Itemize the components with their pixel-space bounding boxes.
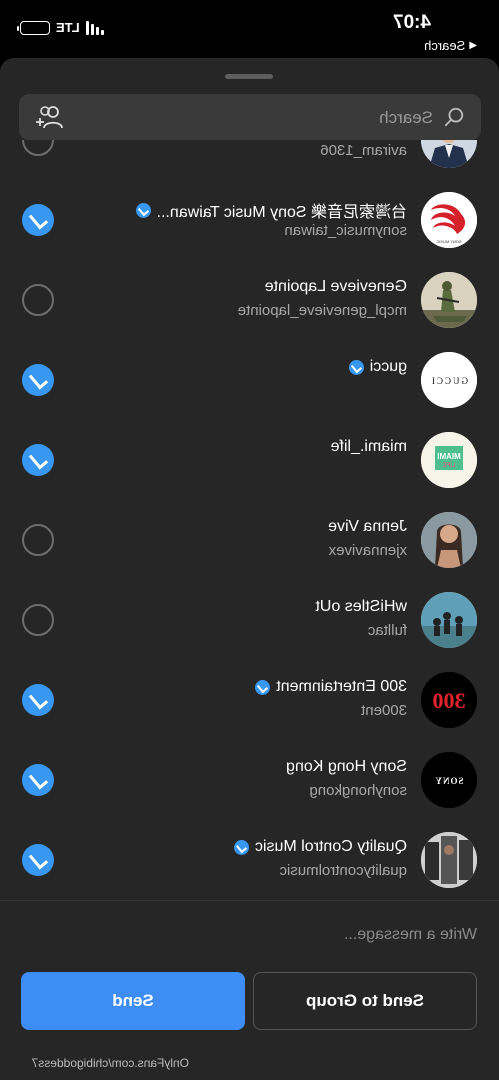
select-circle-checked[interactable] [22,364,54,396]
select-circle[interactable] [22,140,54,156]
contact-name: Genevieve Lapointe [264,278,407,295]
contact-name: Quality Control Music [254,838,407,855]
contact-name: miami._life [330,438,407,455]
contact-handle: fulltac [367,622,407,639]
avatar-text: SONY [434,776,463,786]
search-bar[interactable]: Search [19,94,481,140]
message-input[interactable]: Write a message... [344,926,477,944]
avatar-text: GUCCI [430,376,468,386]
avatar: GUCCI [421,352,477,408]
select-circle[interactable] [22,604,54,636]
contact-handle: xjennavivex [328,542,407,559]
status-indicators: LTE [20,20,104,35]
network-type: LTE [56,20,80,35]
verified-badge-icon [135,202,151,218]
sheet-grabber[interactable] [225,74,273,79]
avatar-text: 300 [433,688,466,713]
avatar [421,272,477,328]
list-item[interactable]: Jenna Vive xjennavivex [0,500,499,580]
select-circle-checked[interactable] [22,764,54,796]
list-item[interactable]: GUCCI gucci [0,340,499,420]
list-item[interactable]: SONY MUSIC 台灣索尼音樂 Sony Music Taiwan... s… [0,180,499,260]
select-circle-checked[interactable] [22,844,54,876]
list-item[interactable]: wHiStles oUt fulltac [0,580,499,660]
verified-badge-icon [255,679,271,695]
list-item[interactable]: Quality Control Music qualitycontrolmusi… [0,820,499,900]
verified-badge-icon [233,839,249,855]
back-to-app-link[interactable]: ◀ Search [424,38,477,53]
contact-handle: sonymusic_taiwan [284,222,407,239]
avatar-text: MIAMI [437,452,461,461]
contact-handle: qualitycontrolmusic [279,862,407,879]
avatar-text: LIFE [443,463,456,469]
status-bar: 4:07 ◀ Search LTE [0,0,499,58]
avatar-text: SONY MUSIC [436,239,461,244]
watermark: OnlyFans.com/chibigoddess7 [31,1056,189,1070]
select-circle-checked[interactable] [22,444,54,476]
contact-name: gucci [369,358,407,375]
contact-handle: 300ent [361,702,407,719]
list-item[interactable]: 300 300 Entertainment 300ent [0,660,499,740]
recipient-list[interactable]: aviram_1306 SONY MUSIC 台灣索尼音樂 Sony Music… [0,140,499,900]
contact-name: 300 Entertainment [276,678,407,695]
list-item[interactable]: aviram_1306 [0,140,499,180]
avatar: 300 [421,672,477,728]
select-circle[interactable] [22,284,54,316]
select-circle[interactable] [22,524,54,556]
search-input[interactable]: Search [379,108,433,128]
back-triangle-icon: ◀ [469,40,477,51]
list-item[interactable]: SONY Sony Hong Kong sonyhongkong [0,740,499,820]
contact-name: wHiStles oUt [315,598,407,615]
verified-badge-icon [348,359,364,375]
contact-name: Jenna Vive [328,518,407,535]
contact-handle: mcpl_genevieve_lapointe [237,302,407,319]
search-icon [444,107,464,127]
select-circle-checked[interactable] [22,684,54,716]
avatar [421,832,477,888]
divider [0,900,499,901]
clock: 4:07 [392,12,431,33]
avatar [421,592,477,648]
contact-handle: sonyhongkong [309,782,407,799]
create-group-icon[interactable] [35,104,65,130]
share-sheet: Search aviram_1306 SONY MUSIC 台灣索尼音樂 Son… [0,58,499,1080]
battery-icon [20,20,50,35]
cellular-signal-icon [85,20,104,35]
select-circle-checked[interactable] [22,204,54,236]
contact-name: 台灣索尼音樂 Sony Music Taiwan... [156,204,407,221]
avatar [421,512,477,568]
avatar: SONY [421,752,477,808]
avatar [421,140,477,168]
list-item[interactable]: MIAMI LIFE miami._life [0,420,499,500]
contact-handle: aviram_1306 [320,142,407,159]
send-button[interactable]: Send [21,972,245,1030]
back-label: Search [424,38,466,53]
contact-name: Sony Hong Kong [286,758,407,775]
send-to-group-button[interactable]: Send to Group [253,972,477,1030]
avatar: SONY MUSIC [421,192,477,248]
avatar: MIAMI LIFE [421,432,477,488]
list-item[interactable]: Genevieve Lapointe mcpl_genevieve_lapoin… [0,260,499,340]
